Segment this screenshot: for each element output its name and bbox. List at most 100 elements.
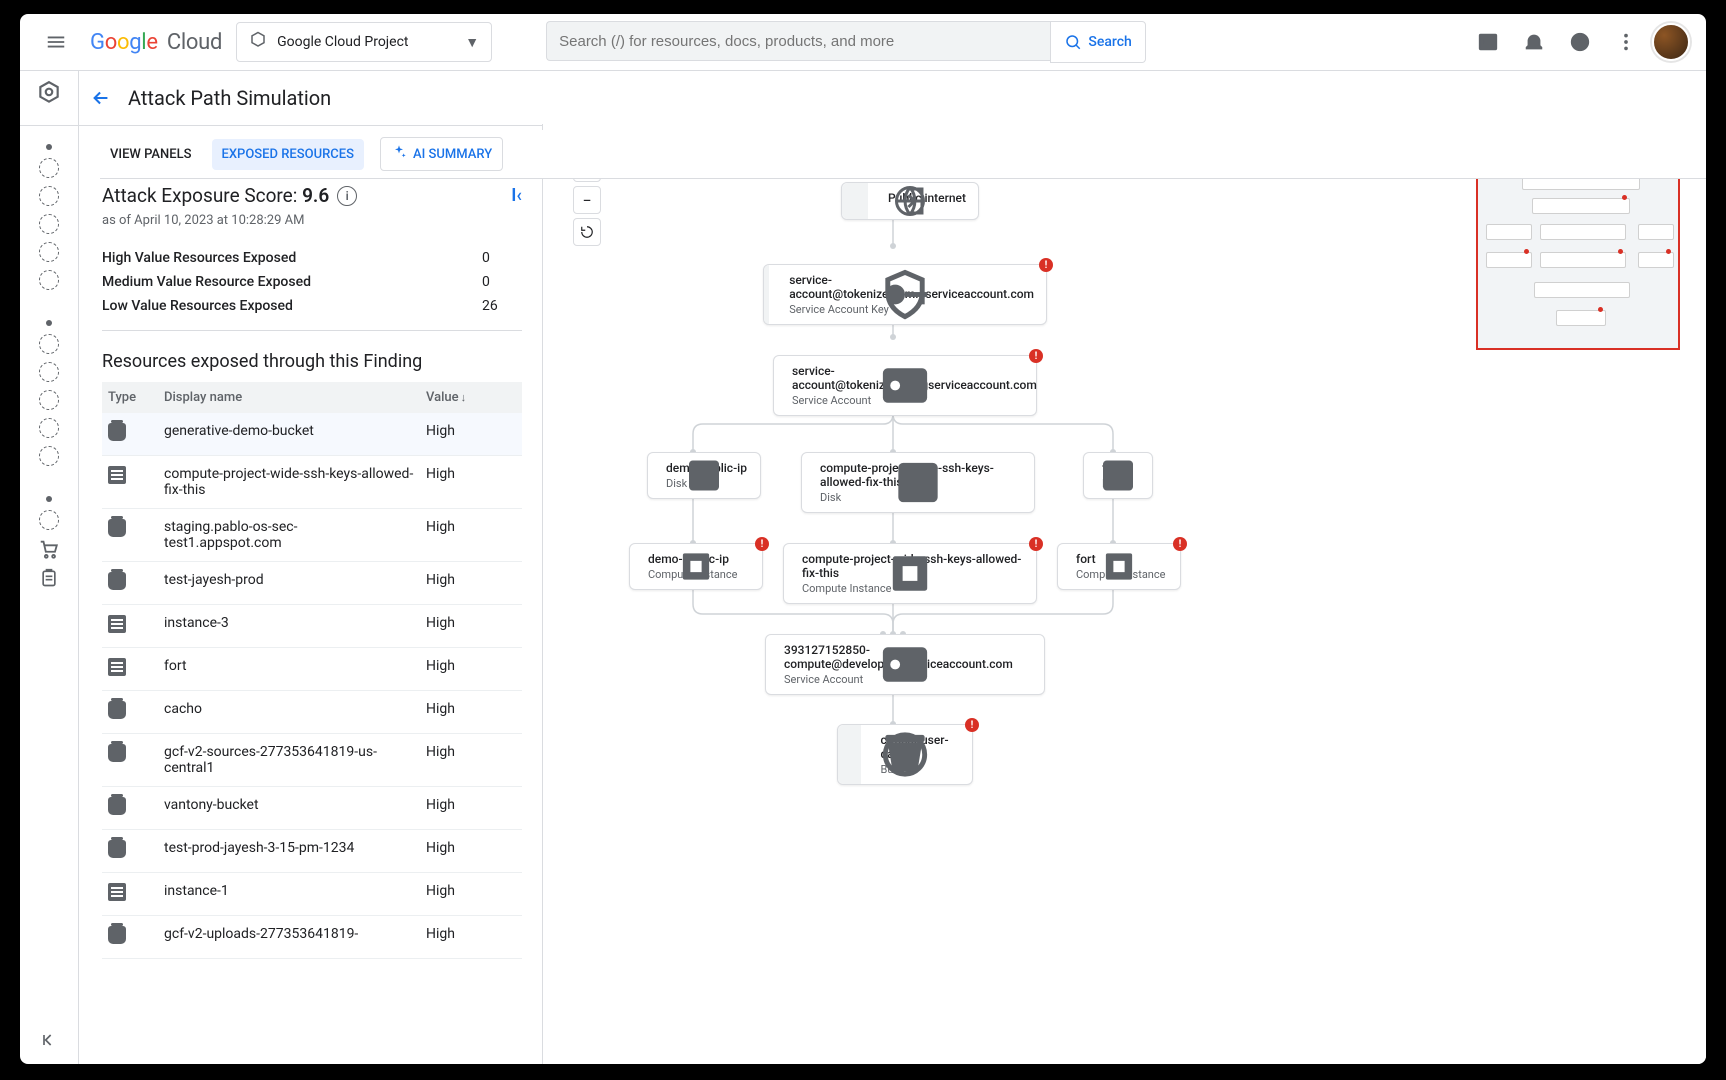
help-icon[interactable] — [1560, 22, 1600, 62]
table-row[interactable]: cacho High — [102, 691, 522, 734]
resource-name: cacho — [158, 691, 420, 734]
google-cloud-logo[interactable]: Google Cloud — [90, 30, 222, 55]
nav-item[interactable] — [39, 510, 59, 530]
table-row[interactable]: gcf-v2-sources-277353641819-us-central1 … — [102, 734, 522, 787]
node-service-account-key[interactable]: service-account@tokenizer.iam.gserviceac… — [763, 264, 1047, 325]
nav-item[interactable] — [39, 214, 59, 234]
back-button[interactable] — [90, 87, 112, 109]
table-row[interactable]: compute-project-wide-ssh-keys-allowed-fi… — [102, 456, 522, 509]
table-row[interactable]: instance-3 High — [102, 605, 522, 648]
node-disk-fort[interactable]: fortDisk — [1083, 452, 1153, 499]
nav-item[interactable] — [39, 418, 59, 438]
score-row: Medium Value Resource Exposed0 — [102, 270, 522, 294]
search-input[interactable] — [546, 21, 1050, 61]
nav-item[interactable] — [39, 334, 59, 354]
col-display-name[interactable]: Display name — [158, 382, 420, 413]
resource-value: High — [420, 691, 522, 734]
nav-item[interactable] — [39, 186, 59, 206]
node-compute-fort[interactable]: fortCompute Instance ! — [1057, 543, 1181, 590]
table-row[interactable]: instance-1 High — [102, 873, 522, 916]
avatar[interactable] — [1652, 23, 1690, 61]
doc-icon — [108, 466, 126, 484]
col-value[interactable]: Value↓ — [420, 382, 522, 413]
alert-badge: ! — [1039, 258, 1053, 272]
zoom-out-button[interactable]: − — [573, 186, 601, 214]
attack-path-canvas[interactable]: + − — [543, 124, 1706, 1064]
nav-item[interactable] — [39, 446, 59, 466]
security-product-icon[interactable] — [36, 80, 62, 106]
resource-name: staging.pablo-os-sec-test1.appspot.com — [158, 509, 420, 562]
search-button[interactable]: Search — [1050, 21, 1146, 63]
col-type[interactable]: Type — [102, 382, 158, 413]
doc-icon — [108, 615, 126, 633]
table-row[interactable]: vantony-bucket High — [102, 787, 522, 830]
bucket-icon — [108, 423, 126, 441]
cart-icon[interactable] — [38, 538, 60, 560]
tab-row: VIEW PANELS EXPOSED RESOURCES AI SUMMARY — [100, 130, 1706, 179]
nav-item[interactable] — [39, 242, 59, 262]
table-row[interactable]: fort High — [102, 648, 522, 691]
resource-name: generative-demo-bucket — [158, 413, 420, 456]
resource-name: test-prod-jayesh-3-15-pm-1234 — [158, 830, 420, 873]
project-name: Google Cloud Project — [277, 34, 408, 50]
resource-name: vantony-bucket — [158, 787, 420, 830]
resource-value: High — [420, 605, 522, 648]
search-bar: Search — [546, 21, 1146, 63]
project-picker[interactable]: Google Cloud Project ▼ — [236, 22, 492, 62]
table-row[interactable]: gcf-v2-uploads-277353641819- High — [102, 916, 522, 959]
node-compute-demo-public-ip[interactable]: demo-public-ipCompute Instance ! — [629, 543, 763, 590]
resource-name: gcf-v2-uploads-277353641819- — [158, 916, 420, 959]
collapse-rail-icon[interactable] — [39, 1030, 59, 1054]
tab-exposed-resources[interactable]: EXPOSED RESOURCES — [212, 139, 364, 170]
table-row[interactable]: staging.pablo-os-sec-test1.appspot.com H… — [102, 509, 522, 562]
bucket-icon — [108, 797, 126, 815]
node-service-account[interactable]: service-account@tokenizer.iam.gserviceac… — [773, 355, 1037, 416]
resource-value: High — [420, 787, 522, 830]
resources-table: Type Display name Value↓ generative-demo… — [102, 382, 522, 959]
node-disk-demo-public-ip[interactable]: demo-public-ipDisk — [647, 452, 761, 499]
node-compute-service-account[interactable]: 393127152850-compute@developer.gservicea… — [765, 634, 1045, 695]
table-row[interactable]: test-prod-jayesh-3-15-pm-1234 High — [102, 830, 522, 873]
caret-down-icon: ▼ — [465, 34, 479, 51]
nav-item[interactable] — [39, 158, 59, 178]
project-icon — [249, 31, 267, 53]
resource-name: instance-1 — [158, 873, 420, 916]
info-icon[interactable]: i — [337, 186, 357, 206]
more-icon[interactable] — [1606, 22, 1646, 62]
reset-view-button[interactable] — [573, 218, 601, 246]
nav-item[interactable] — [39, 362, 59, 382]
node-bucket-critical-user-data[interactable]: critical-user-dataBucket ! — [837, 724, 973, 785]
nav-item[interactable] — [39, 270, 59, 290]
score-label: Attack Exposure Score: 9.6 — [102, 184, 329, 207]
cloud-shell-icon[interactable] — [1468, 22, 1508, 62]
left-rail — [20, 70, 79, 1064]
alert-badge: ! — [965, 718, 979, 732]
notifications-icon[interactable] — [1514, 22, 1554, 62]
resource-value: High — [420, 873, 522, 916]
nav-item[interactable] — [39, 390, 59, 410]
tab-view-panels[interactable]: VIEW PANELS — [100, 139, 202, 170]
table-row[interactable]: test-jayesh-prod High — [102, 562, 522, 605]
alert-badge: ! — [755, 537, 769, 551]
node-public-internet[interactable]: Public internet — [841, 182, 979, 220]
node-disk-compute-ssh[interactable]: compute-project-wide-ssh-keys-allowed-fi… — [801, 452, 1035, 513]
resource-value: High — [420, 648, 522, 691]
resource-value: High — [420, 734, 522, 787]
ai-summary-button[interactable]: AI SUMMARY — [380, 137, 503, 171]
node-compute-ssh[interactable]: compute-project-wide-ssh-keys-allowed-fi… — [783, 543, 1037, 604]
resources-heading: Resources exposed through this Finding — [102, 351, 522, 372]
resource-value: High — [420, 830, 522, 873]
bucket-icon — [108, 840, 126, 858]
page-title: Attack Path Simulation — [128, 86, 331, 110]
nav-section-dot — [46, 320, 52, 326]
score-row: Low Value Resources Exposed26 — [102, 294, 522, 318]
page-header: Attack Path Simulation — [20, 71, 1706, 126]
score-timestamp: as of April 10, 2023 at 10:28:29 AM — [102, 213, 522, 228]
clipboard-icon[interactable] — [39, 568, 59, 588]
menu-icon[interactable] — [36, 22, 76, 62]
doc-icon — [108, 658, 126, 676]
resource-value: High — [420, 509, 522, 562]
collapse-panel-icon[interactable]: I‹ — [511, 185, 522, 206]
table-row[interactable]: generative-demo-bucket High — [102, 413, 522, 456]
doc-icon — [108, 883, 126, 901]
